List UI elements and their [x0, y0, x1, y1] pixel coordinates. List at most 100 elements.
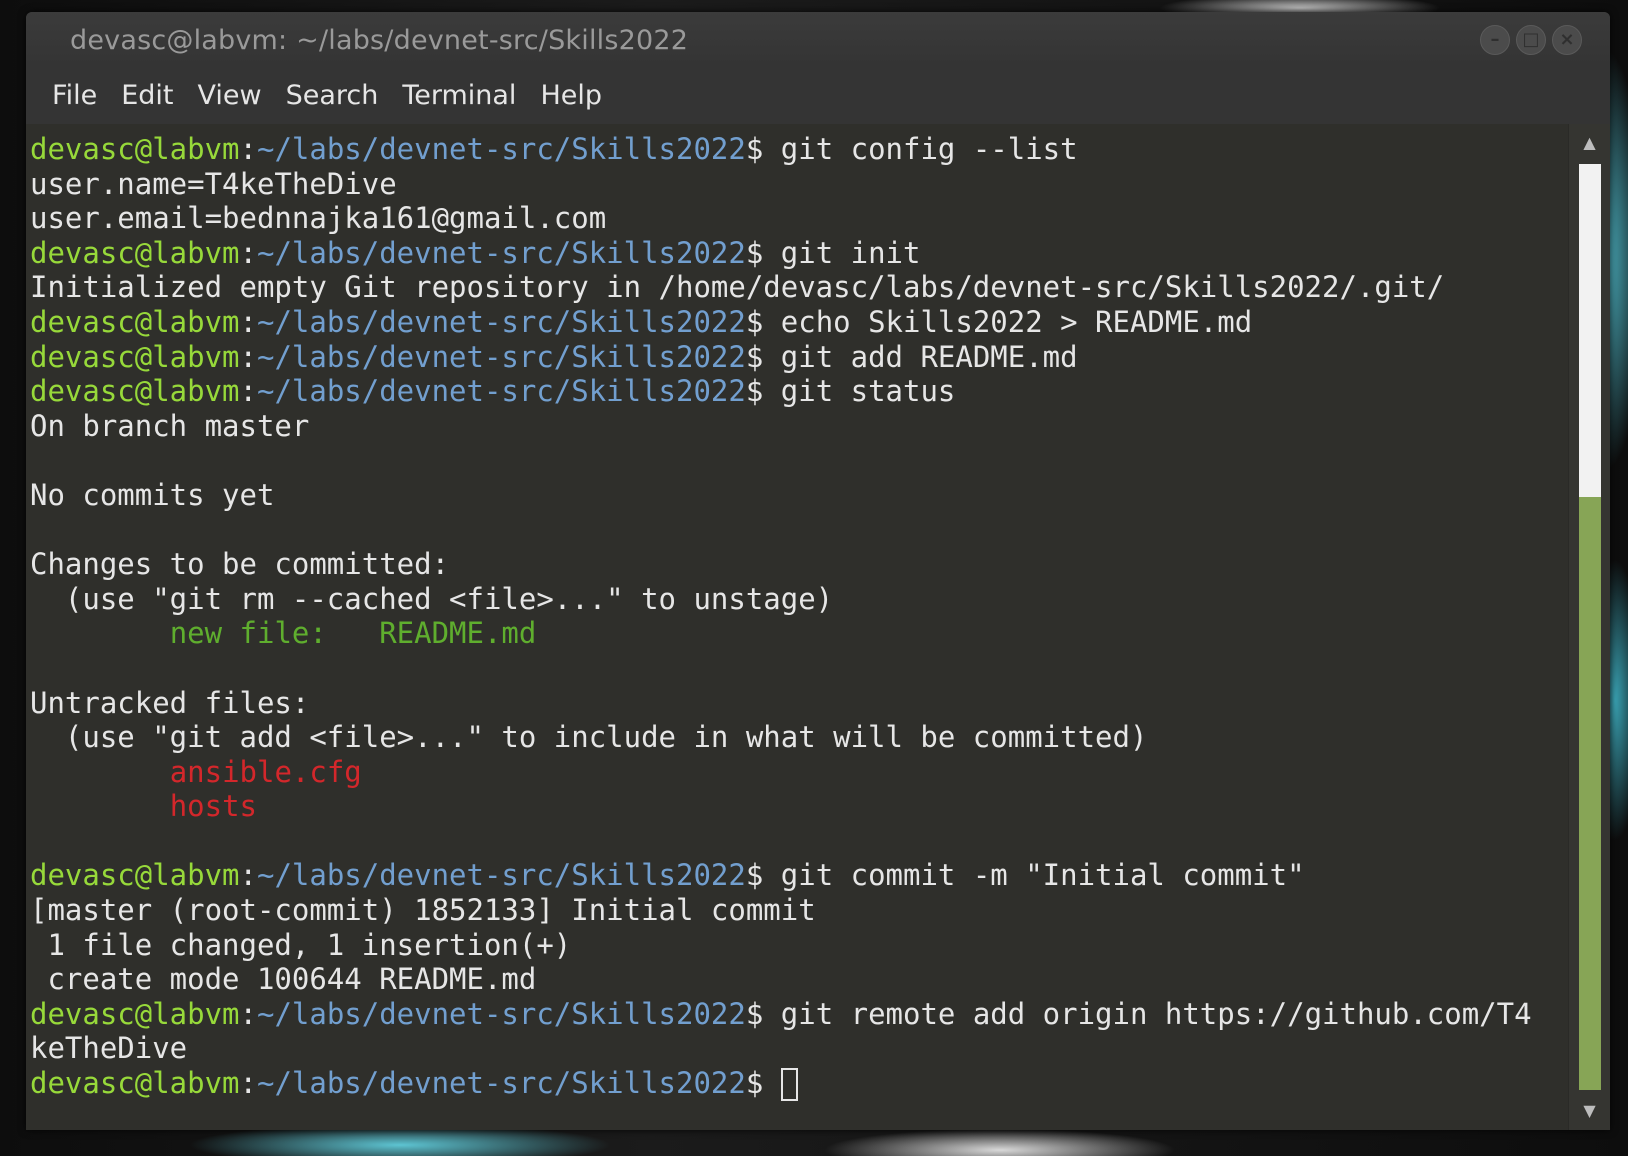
terminal-command-line: devasc@labvm:~/labs/devnet-src/Skills202…: [30, 236, 1569, 271]
terminal-output[interactable]: devasc@labvm:~/labs/devnet-src/Skills202…: [26, 124, 1569, 1130]
terminal-command-line: devasc@labvm:~/labs/devnet-src/Skills202…: [30, 997, 1569, 1032]
terminal-output-line: No commits yet: [30, 478, 1569, 513]
window-controls: – □ ×: [1480, 25, 1582, 55]
window-title: devasc@labvm: ~/labs/devnet-src/Skills20…: [70, 25, 689, 56]
command-text: git commit -m "Initial commit": [780, 858, 1305, 893]
output-text: Untracked files:: [30, 685, 310, 720]
terminal-output-line: [master (root-commit) 1852133] Initial c…: [30, 893, 1569, 928]
scroll-up-arrow-icon[interactable]: ▲: [1569, 126, 1610, 160]
prompt-path: ~/labs/devnet-src/Skills2022: [256, 339, 746, 374]
terminal-command-line: devasc@labvm:~/labs/devnet-src/Skills202…: [30, 132, 1569, 167]
menu-search[interactable]: Search: [274, 80, 391, 111]
output-text: Changes to be committed:: [30, 547, 450, 582]
prompt-user: devasc@labvm: [30, 132, 240, 166]
prompt-user: devasc@labvm: [30, 235, 240, 270]
output-text: Initialized empty Git repository in /hom…: [30, 270, 1445, 305]
prompt-user: devasc@labvm: [30, 304, 240, 339]
command-text: git add README.md: [780, 339, 1078, 374]
output-text: (use "git add <file>..." to include in w…: [30, 720, 1148, 755]
command-text: echo Skills2022 > README.md: [780, 304, 1253, 339]
terminal-output-line: Initialized empty Git repository in /hom…: [30, 270, 1569, 305]
terminal-output-line: 1 file changed, 1 insertion(+): [30, 928, 1569, 963]
prompt-path: ~/labs/devnet-src/Skills2022: [256, 996, 746, 1031]
terminal-output-line: user.name=T4keTheDive: [30, 167, 1569, 202]
close-button[interactable]: ×: [1552, 25, 1582, 55]
terminal-output-line: On branch master: [30, 409, 1569, 444]
prompt-dollar: $: [745, 304, 781, 339]
prompt-dollar: $: [745, 996, 781, 1031]
output-text: keTheDive: [30, 1031, 188, 1066]
terminal-output-line: create mode 100644 README.md: [30, 962, 1569, 997]
terminal-output-line: user.email=bednnajka161@gmail.com: [30, 201, 1569, 236]
menu-file[interactable]: File: [40, 80, 109, 111]
terminal-output-line: Untracked files:: [30, 686, 1569, 721]
minimize-button[interactable]: –: [1480, 25, 1510, 55]
prompt-dollar: $: [745, 339, 781, 374]
prompt-user: devasc@labvm: [30, 996, 240, 1031]
text-cursor: [780, 1068, 798, 1102]
prompt-colon: :: [239, 132, 257, 166]
scroll-track[interactable]: [1579, 164, 1601, 1090]
terminal-output-line: (use "git add <file>..." to include in w…: [30, 720, 1569, 755]
untracked-file-text: ansible.cfg: [30, 754, 362, 789]
output-text: (use "git rm --cached <file>..." to unst…: [30, 581, 834, 616]
prompt-user: devasc@labvm: [30, 1066, 240, 1101]
output-text: user.name=T4keTheDive: [30, 166, 397, 201]
prompt-dollar: $: [745, 374, 781, 409]
output-text: On branch master: [30, 408, 310, 443]
menu-help[interactable]: Help: [528, 80, 614, 111]
terminal-command-line: devasc@labvm:~/labs/devnet-src/Skills202…: [30, 374, 1569, 409]
terminal-window[interactable]: devasc@labvm: ~/labs/devnet-src/Skills20…: [26, 12, 1610, 1130]
prompt-user: devasc@labvm: [30, 339, 240, 374]
command-text: git init: [780, 235, 921, 270]
maximize-button[interactable]: □: [1516, 25, 1546, 55]
prompt-colon: :: [239, 235, 257, 270]
scroll-down-arrow-icon[interactable]: ▼: [1569, 1094, 1610, 1128]
prompt-dollar: $: [745, 235, 781, 270]
terminal-output-line: ansible.cfg: [30, 755, 1569, 790]
title-bar[interactable]: devasc@labvm: ~/labs/devnet-src/Skills20…: [26, 12, 1610, 66]
prompt-path: ~/labs/devnet-src/Skills2022: [256, 858, 746, 893]
vertical-scrollbar[interactable]: ▲ ▼: [1568, 124, 1610, 1130]
menu-terminal[interactable]: Terminal: [390, 80, 528, 111]
output-text: user.email=bednnajka161@gmail.com: [30, 201, 607, 236]
prompt-user: devasc@labvm: [30, 858, 240, 893]
prompt-path: ~/labs/devnet-src/Skills2022: [256, 304, 746, 339]
prompt-colon: :: [239, 374, 257, 409]
menu-bar: File Edit View Search Terminal Help: [26, 66, 1610, 124]
terminal-output-line: Changes to be committed:: [30, 547, 1569, 582]
prompt-colon: :: [239, 858, 257, 893]
menu-edit[interactable]: Edit: [109, 80, 185, 111]
command-text: git status: [780, 374, 956, 409]
prompt-path: ~/labs/devnet-src/Skills2022: [256, 1066, 746, 1101]
prompt-colon: :: [239, 1066, 257, 1101]
terminal-output-line: new file: README.md: [30, 616, 1569, 651]
output-text: create mode 100644 README.md: [30, 962, 537, 997]
prompt-dollar: $: [745, 858, 781, 893]
prompt-colon: :: [239, 339, 257, 374]
command-text: git remote add origin https://github.com…: [780, 996, 1532, 1031]
prompt-user: devasc@labvm: [30, 374, 240, 409]
terminal-command-line: devasc@labvm:~/labs/devnet-src/Skills202…: [30, 858, 1569, 893]
command-text: git config --list: [780, 132, 1078, 166]
prompt-dollar: $: [745, 1066, 781, 1101]
prompt-path: ~/labs/devnet-src/Skills2022: [256, 374, 746, 409]
prompt-path: ~/labs/devnet-src/Skills2022: [256, 132, 746, 166]
terminal-output-line: hosts: [30, 789, 1569, 824]
prompt-path: ~/labs/devnet-src/Skills2022: [256, 235, 746, 270]
terminal-command-line: devasc@labvm:~/labs/devnet-src/Skills202…: [30, 340, 1569, 375]
menu-view[interactable]: View: [185, 80, 273, 111]
terminal-command-line: devasc@labvm:~/labs/devnet-src/Skills202…: [30, 305, 1569, 340]
terminal-output-line: keTheDive: [30, 1031, 1569, 1066]
output-text: 1 file changed, 1 insertion(+): [30, 927, 572, 962]
terminal-output-line: (use "git rm --cached <file>..." to unst…: [30, 582, 1569, 617]
untracked-file-text: hosts: [30, 789, 257, 824]
scroll-thumb[interactable]: [1579, 497, 1601, 1090]
prompt-dollar: $: [745, 132, 781, 166]
terminal-command-line: devasc@labvm:~/labs/devnet-src/Skills202…: [30, 1066, 1569, 1102]
output-text: [master (root-commit) 1852133] Initial c…: [30, 893, 816, 928]
